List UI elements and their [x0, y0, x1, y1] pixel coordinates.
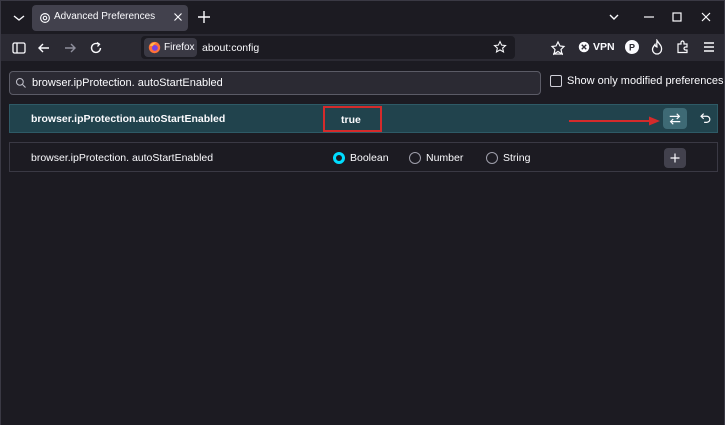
reload-icon[interactable]	[88, 40, 104, 56]
pref-value-highlight-box: true	[323, 106, 382, 132]
show-modified-label: Show only modified preferences	[567, 75, 724, 87]
bookmark-star-icon[interactable]	[493, 40, 507, 54]
tab-title: Advanced Preferences	[54, 11, 156, 22]
url-text[interactable]: about:config	[202, 42, 259, 54]
sidebar-toggle-icon[interactable]	[11, 40, 27, 56]
toggle-arrows-icon	[669, 112, 681, 125]
plus-icon	[670, 153, 680, 163]
toggle-button[interactable]	[663, 108, 687, 129]
vpn-button[interactable]: VPN	[578, 38, 615, 56]
add-pref-button[interactable]	[664, 148, 686, 168]
forward-icon[interactable]	[62, 40, 78, 56]
search-icon	[15, 77, 26, 88]
radio-label-string: String	[503, 152, 531, 164]
minimize-icon[interactable]	[641, 9, 657, 25]
save-to-pocket-icon[interactable]	[550, 40, 566, 56]
pref-search-input[interactable]: browser.ipProtection. autoStartEnabled	[9, 71, 541, 95]
reset-undo-icon[interactable]	[698, 111, 712, 125]
about-config-page: browser.ipProtection. autoStartEnabled S…	[1, 61, 724, 425]
nav-toolbar: Firefox about:config VPN P	[1, 34, 724, 61]
browser-window: Advanced Preferences Firefox about:confi…	[0, 0, 725, 425]
gear-icon	[40, 13, 50, 23]
identity-box[interactable]: Firefox	[144, 38, 197, 57]
maximize-icon[interactable]	[669, 9, 685, 25]
new-pref-name: browser.ipProtection. autoStartEnabled	[31, 152, 214, 164]
profile-icon[interactable]: P	[624, 39, 640, 55]
identity-label: Firefox	[164, 42, 195, 53]
back-icon[interactable]	[36, 40, 52, 56]
search-value: browser.ipProtection. autoStartEnabled	[32, 77, 223, 89]
new-tab-icon[interactable]	[196, 9, 212, 25]
radio-label-boolean: Boolean	[350, 152, 389, 164]
tab-strip: Advanced Preferences	[1, 1, 724, 34]
radio-dot-number[interactable]	[409, 152, 421, 164]
new-pref-row: browser.ipProtection. autoStartEnabled B…	[9, 142, 718, 172]
show-modified-checkbox[interactable]	[550, 75, 562, 87]
tab-advanced-preferences[interactable]: Advanced Preferences	[32, 5, 188, 31]
radio-dot-boolean[interactable]	[333, 152, 345, 164]
radio-dot-string[interactable]	[486, 152, 498, 164]
type-radio-string[interactable]: String	[486, 152, 530, 164]
url-bar[interactable]: Firefox about:config	[141, 36, 515, 59]
flame-icon[interactable]	[649, 39, 665, 55]
annotation-arrow-icon	[569, 116, 660, 126]
menu-icon[interactable]	[701, 39, 717, 55]
svg-text:P: P	[629, 43, 635, 53]
vpn-label: VPN	[593, 41, 615, 53]
show-modified-toggle[interactable]: Show only modified preferences	[550, 75, 724, 87]
pref-name: browser.ipProtection.autoStartEnabled	[31, 113, 226, 125]
close-tab-icon[interactable]	[171, 10, 185, 24]
radio-label-number: Number	[426, 152, 464, 164]
tab-list-icon[interactable]	[11, 10, 27, 26]
type-radio-number[interactable]: Number	[409, 152, 463, 164]
close-window-icon[interactable]	[698, 9, 714, 25]
pref-value: true	[341, 114, 361, 126]
firefox-logo-icon	[148, 41, 161, 54]
extensions-icon[interactable]	[675, 39, 691, 55]
tab-overflow-chevron-icon[interactable]	[606, 9, 622, 25]
vpn-shield-icon	[578, 41, 590, 53]
type-radio-boolean[interactable]: Boolean	[333, 152, 389, 164]
